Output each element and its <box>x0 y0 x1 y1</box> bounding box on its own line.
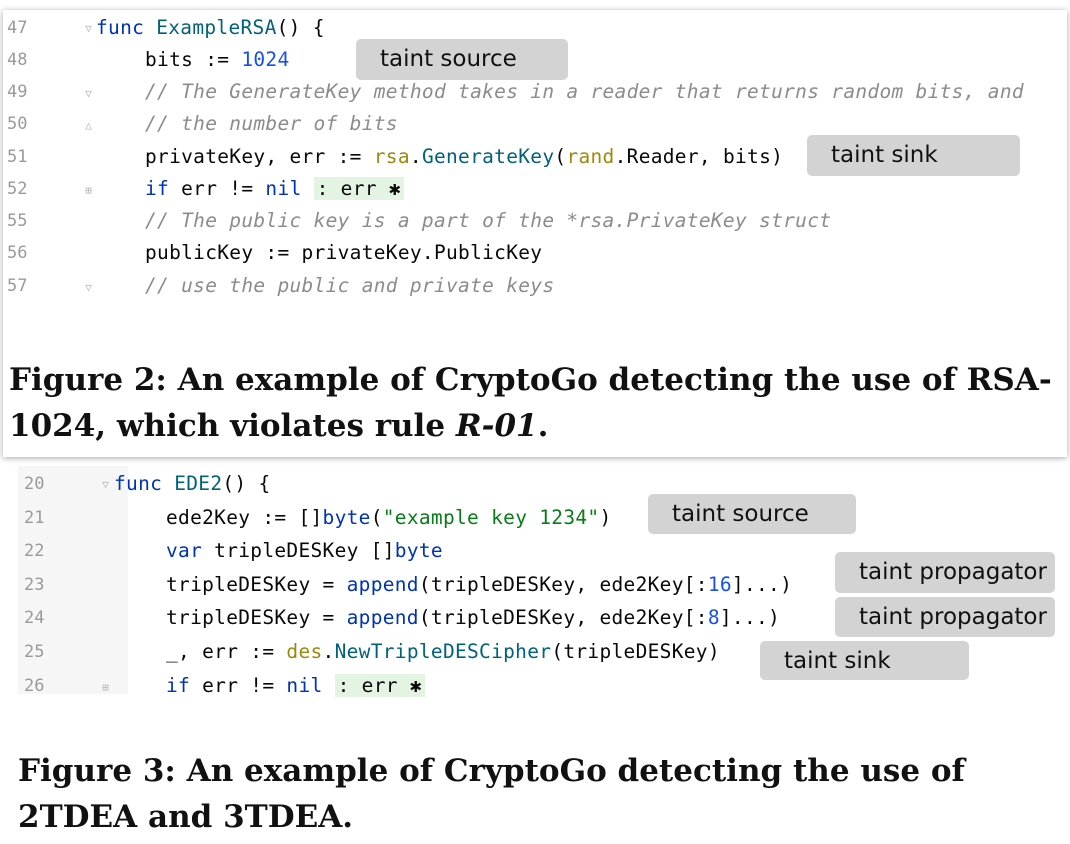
code-line-23: tripleDESKey = append(tripleDESKey, ede2… <box>166 573 793 596</box>
fold-expand-icon[interactable]: ⊞ <box>100 682 111 693</box>
code-line-22: var tripleDESKey []byte <box>166 539 443 562</box>
figure-3-caption: Figure 3: An example of CryptoGo detecti… <box>18 753 965 835</box>
code-line-26: if err != nil : err ✱ <box>166 674 425 697</box>
line-number: 20 <box>24 474 45 494</box>
taint-source-tag: taint source <box>648 494 856 534</box>
code-line-25: _, err := des.NewTripleDESCipher(tripleD… <box>166 640 720 663</box>
line-number: 25 <box>24 642 45 662</box>
line-number: 23 <box>24 575 45 595</box>
line-number: 22 <box>24 541 45 561</box>
figure-3: 20 21 22 23 24 25 26 ▽ ⊞ func EDE2() { e… <box>0 0 1070 844</box>
taint-sink-tag: taint sink <box>760 641 969 680</box>
line-number: 21 <box>24 508 45 528</box>
line-number: 26 <box>24 676 45 696</box>
taint-propagator-tag: taint propagator <box>835 597 1055 637</box>
taint-propagator-tag: taint propagator <box>835 552 1055 593</box>
code-line-21: ede2Key := []byte("example key 1234") <box>166 506 612 529</box>
line-number: 24 <box>24 608 45 628</box>
code-line-20: func EDE2() { <box>114 472 271 495</box>
code-line-24: tripleDESKey = append(tripleDESKey, ede2… <box>166 606 781 629</box>
fold-open-icon[interactable]: ▽ <box>100 479 111 490</box>
